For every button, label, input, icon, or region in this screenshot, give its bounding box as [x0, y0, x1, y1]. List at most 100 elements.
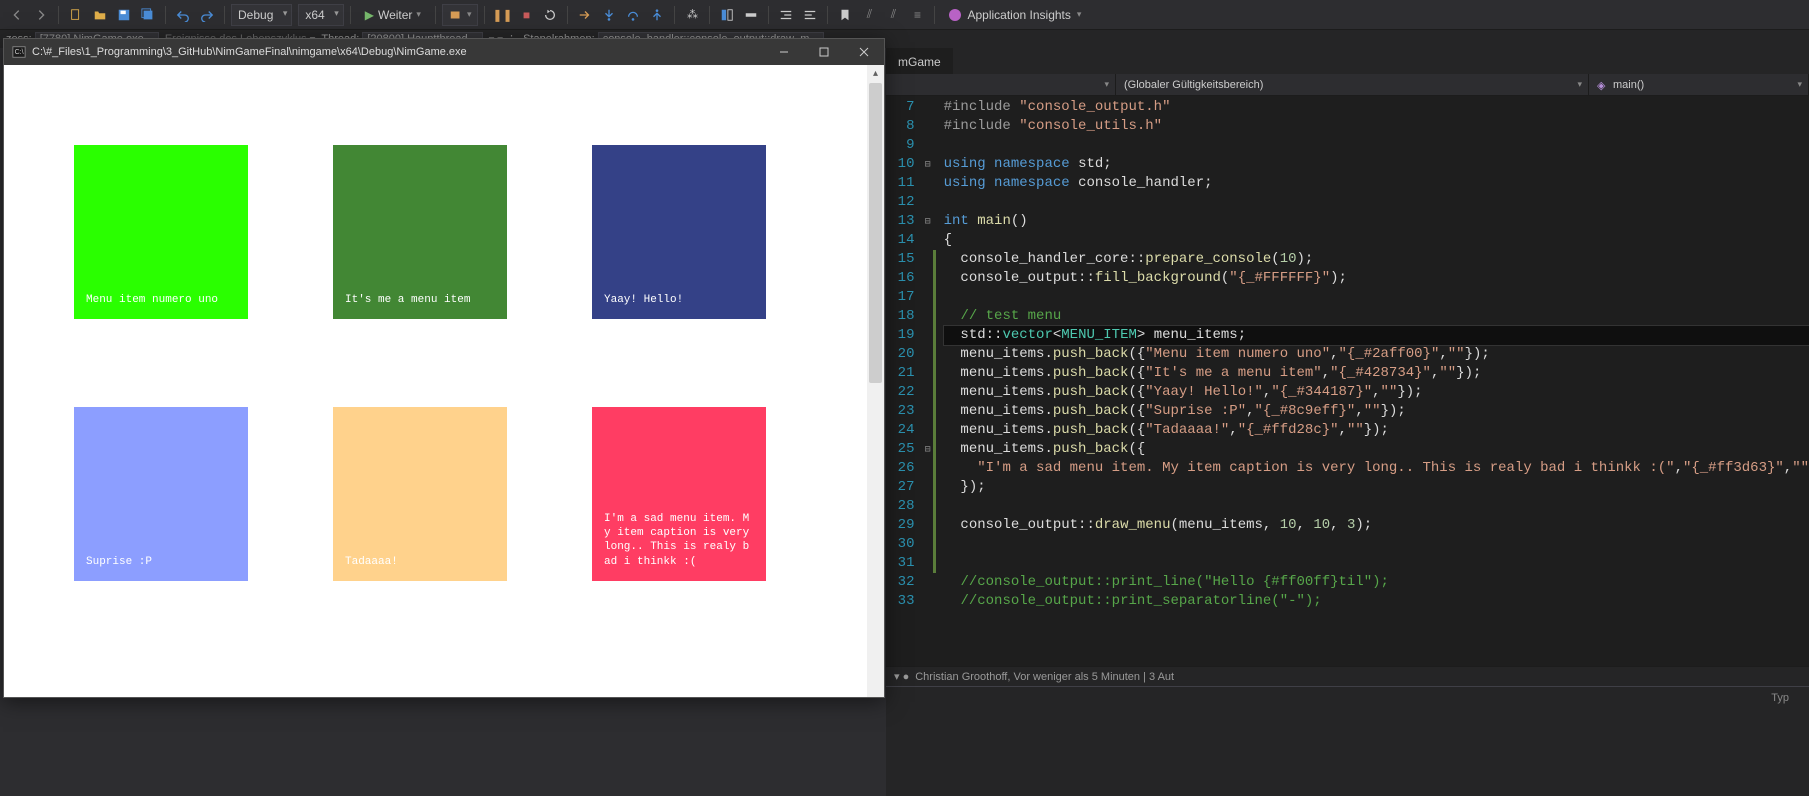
stop-icon[interactable]: ■ — [515, 4, 537, 26]
maximize-button[interactable] — [804, 39, 844, 65]
menu-tile[interactable]: Tadaaaa! — [333, 407, 507, 581]
code-line[interactable] — [944, 288, 1809, 307]
scope-combo[interactable]: (Globaler Gültigkeitsbereich) — [1116, 74, 1589, 95]
app-titlebar[interactable]: C:\ C:\#_Files\1_Programming\3_GitHub\Ni… — [4, 39, 884, 65]
code-line[interactable] — [944, 136, 1809, 155]
comment-icon[interactable]: ⫽ — [858, 4, 880, 26]
code-line[interactable]: }); — [944, 478, 1809, 497]
outdent-icon[interactable] — [799, 4, 821, 26]
fold-gutter[interactable]: ⊟ ⊟ ⊟ — [922, 96, 932, 666]
bookmark-icon[interactable] — [834, 4, 856, 26]
code-line[interactable]: console_output::fill_background("{_#FFFF… — [944, 269, 1809, 288]
undo-icon[interactable] — [172, 4, 194, 26]
code-line[interactable]: console_output::draw_menu(menu_items, 10… — [944, 516, 1809, 535]
scroll-thumb[interactable] — [869, 83, 882, 383]
step-over-icon[interactable] — [622, 4, 644, 26]
code-line[interactable]: using namespace std; — [944, 155, 1809, 174]
code-line[interactable]: menu_items.push_back({"Suprise :P","{_#8… — [944, 402, 1809, 421]
fold-toggle — [922, 307, 932, 326]
continue-button[interactable]: ▶ Weiter ▾ — [357, 4, 429, 26]
project-scope-combo[interactable] — [886, 74, 1116, 95]
platform-combo[interactable]: x64 — [298, 4, 343, 26]
code-line[interactable]: // test menu — [944, 307, 1809, 326]
nav-fwd-icon[interactable] — [30, 4, 52, 26]
close-button[interactable] — [844, 39, 884, 65]
code-line[interactable]: { — [944, 231, 1809, 250]
menu-tile[interactable]: Yaay! Hello! — [592, 145, 766, 319]
toggle-icon[interactable] — [740, 4, 762, 26]
line-number: 17 — [886, 288, 922, 307]
uncomment-icon[interactable]: ⫽ — [882, 4, 904, 26]
nav-back-icon[interactable] — [6, 4, 28, 26]
fold-toggle[interactable]: ⊟ — [922, 155, 932, 174]
indent-icon[interactable] — [775, 4, 797, 26]
codelens-blame[interactable]: ▾ ● Christian Groothoff, Vor weniger als… — [886, 666, 1809, 686]
menu-tile[interactable]: Menu item numero uno — [74, 145, 248, 319]
code-editor[interactable]: 7891011121314151617181920212223242526272… — [886, 96, 1809, 666]
code-line[interactable]: int main() — [944, 212, 1809, 231]
menu-tile[interactable]: It's me a menu item — [333, 145, 507, 319]
member-combo[interactable]: ◈ main() — [1589, 74, 1809, 95]
running-app-window: C:\ C:\#_Files\1_Programming\3_GitHub\Ni… — [3, 38, 885, 698]
fold-toggle — [922, 364, 932, 383]
menu-tile[interactable]: I'm a sad menu item. My item caption is … — [592, 407, 766, 581]
redo-icon[interactable] — [196, 4, 218, 26]
line-number: 15 — [886, 250, 922, 269]
fold-toggle — [922, 421, 932, 440]
save-icon[interactable] — [113, 4, 135, 26]
code-line[interactable]: menu_items.push_back({ — [944, 440, 1809, 459]
step-out-icon[interactable] — [646, 4, 668, 26]
output-column-header[interactable]: Typ — [1771, 692, 1789, 704]
show-next-icon[interactable] — [574, 4, 596, 26]
line-number: 14 — [886, 231, 922, 250]
code-line[interactable]: using namespace console_handler; — [944, 174, 1809, 193]
code-line[interactable]: #include "console_utils.h" — [944, 117, 1809, 136]
fold-toggle — [922, 516, 932, 535]
format-icon[interactable]: ≡ — [906, 4, 928, 26]
code-content[interactable]: #include "console_output.h"#include "con… — [936, 96, 1809, 666]
code-line[interactable]: menu_items.push_back({"It's me a menu it… — [944, 364, 1809, 383]
code-line[interactable]: menu_items.push_back({"Yaay! Hello!","{_… — [944, 383, 1809, 402]
scroll-up-icon[interactable]: ▴ — [867, 65, 884, 82]
code-line[interactable] — [944, 193, 1809, 212]
restart-icon[interactable] — [539, 4, 561, 26]
output-panel: Typ — [886, 686, 1809, 796]
code-line[interactable]: menu_items.push_back({"Tadaaaa!","{_#ffd… — [944, 421, 1809, 440]
attach-combo[interactable]: ▾ — [442, 4, 479, 26]
menu-tile[interactable]: Suprise :P — [74, 407, 248, 581]
code-line[interactable]: std::vector<MENU_ITEM> menu_items; — [944, 326, 1809, 345]
code-line[interactable] — [944, 554, 1809, 573]
step-into-icon[interactable] — [598, 4, 620, 26]
fold-toggle — [922, 345, 932, 364]
app-scrollbar[interactable]: ▴ — [867, 65, 884, 697]
open-file-icon[interactable] — [89, 4, 111, 26]
app-insights-button[interactable]: Application Insights ▾ — [941, 4, 1089, 26]
window-layout-icon[interactable] — [716, 4, 738, 26]
line-number: 20 — [886, 345, 922, 364]
code-line[interactable]: //console_output::print_line("Hello {#ff… — [944, 573, 1809, 592]
code-line[interactable]: //console_output::print_separatorline("-… — [944, 592, 1809, 611]
code-line[interactable]: "I'm a sad menu item. My item caption is… — [944, 459, 1809, 478]
fold-toggle — [922, 497, 932, 516]
line-number: 8 — [886, 117, 922, 136]
separator — [484, 6, 485, 24]
fold-toggle[interactable]: ⊟ — [922, 440, 932, 459]
file-tab[interactable]: mGame — [886, 48, 953, 74]
save-all-icon[interactable] — [137, 4, 159, 26]
hex-icon[interactable]: ⁂ — [681, 4, 703, 26]
member-label: main() — [1613, 79, 1644, 91]
pause-icon[interactable]: ❚❚ — [491, 4, 513, 26]
minimize-button[interactable] — [764, 39, 804, 65]
separator — [58, 6, 59, 24]
code-line[interactable]: #include "console_output.h" — [944, 98, 1809, 117]
new-file-icon[interactable] — [65, 4, 87, 26]
config-combo[interactable]: Debug — [231, 4, 292, 26]
code-line[interactable] — [944, 535, 1809, 554]
code-line[interactable] — [944, 497, 1809, 516]
menu-tile-caption: Suprise :P — [86, 555, 152, 569]
fold-toggle — [922, 193, 932, 212]
separator — [567, 6, 568, 24]
fold-toggle[interactable]: ⊟ — [922, 212, 932, 231]
code-line[interactable]: menu_items.push_back({"Menu item numero … — [944, 345, 1809, 364]
code-line[interactable]: console_handler_core::prepare_console(10… — [944, 250, 1809, 269]
